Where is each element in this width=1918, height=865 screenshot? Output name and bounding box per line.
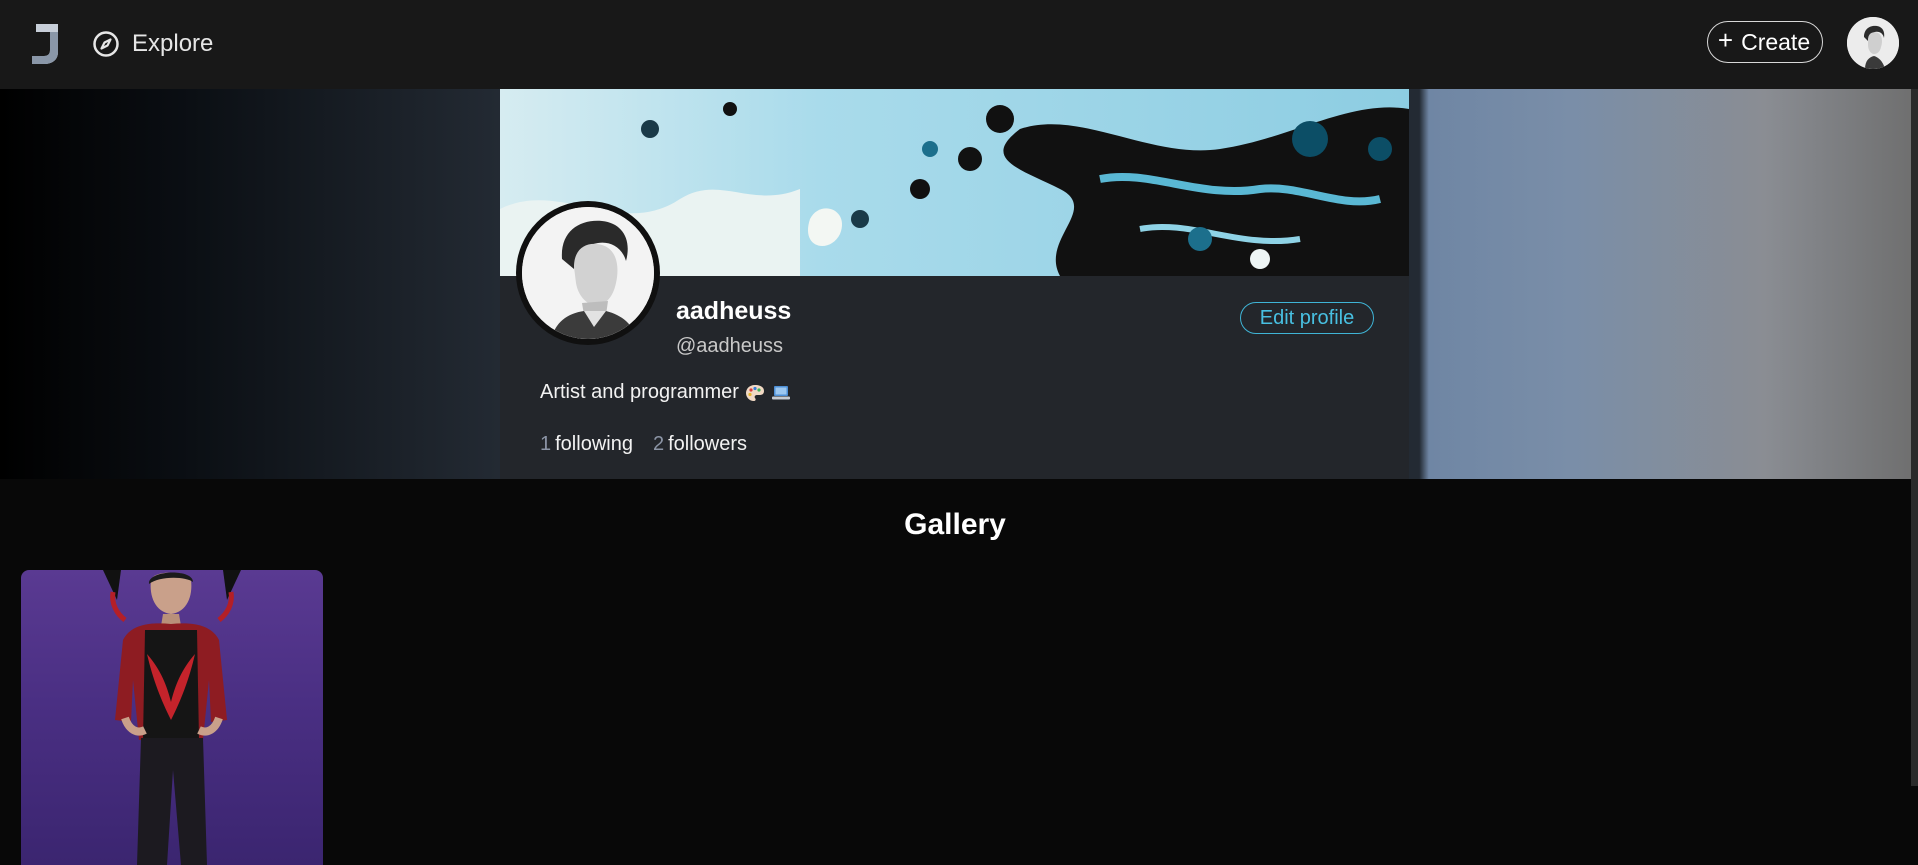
- following-count: 1: [540, 433, 552, 455]
- followers-count: 2: [652, 433, 665, 455]
- explore-label: Explore: [132, 30, 214, 57]
- laptop-icon: [771, 385, 790, 399]
- app-logo-icon[interactable]: [28, 20, 64, 66]
- page-scrollbar[interactable]: [1911, 89, 1918, 786]
- bio-text: Artist and programmer: [540, 381, 739, 403]
- profile-bio: Artist and programmer: [540, 381, 791, 404]
- palette-icon: [745, 384, 764, 401]
- user-avatar-button[interactable]: [1847, 17, 1899, 69]
- profile-avatar[interactable]: [516, 201, 660, 345]
- character-artwork-icon: [103, 570, 241, 865]
- profile-display-name: aadheuss: [676, 297, 792, 325]
- following-label: following: [555, 433, 633, 455]
- edit-profile-button[interactable]: Edit profile: [1240, 302, 1374, 334]
- create-button[interactable]: + Create: [1707, 21, 1823, 63]
- portrait-drawing-icon: [522, 207, 654, 339]
- avatar-portrait-icon: [1847, 17, 1899, 69]
- create-label: Create: [1741, 28, 1811, 55]
- followers-label: followers: [668, 433, 747, 455]
- profile-card: aadheuss @aadheuss Edit profile Artist a…: [500, 89, 1409, 479]
- profile-stats: 1 following 2 followers: [540, 433, 747, 456]
- explore-link[interactable]: Explore: [92, 27, 213, 61]
- gallery-heading: Gallery: [904, 508, 1006, 541]
- gallery-item[interactable]: [21, 570, 323, 865]
- profile-handle: @aadheuss: [676, 335, 784, 357]
- top-navigation-bar: Explore + Create: [0, 0, 1918, 89]
- following-link[interactable]: 1 following: [540, 433, 633, 456]
- compass-icon: [93, 31, 119, 57]
- followers-link[interactable]: 2 followers: [653, 433, 747, 456]
- plus-icon: +: [1717, 25, 1734, 55]
